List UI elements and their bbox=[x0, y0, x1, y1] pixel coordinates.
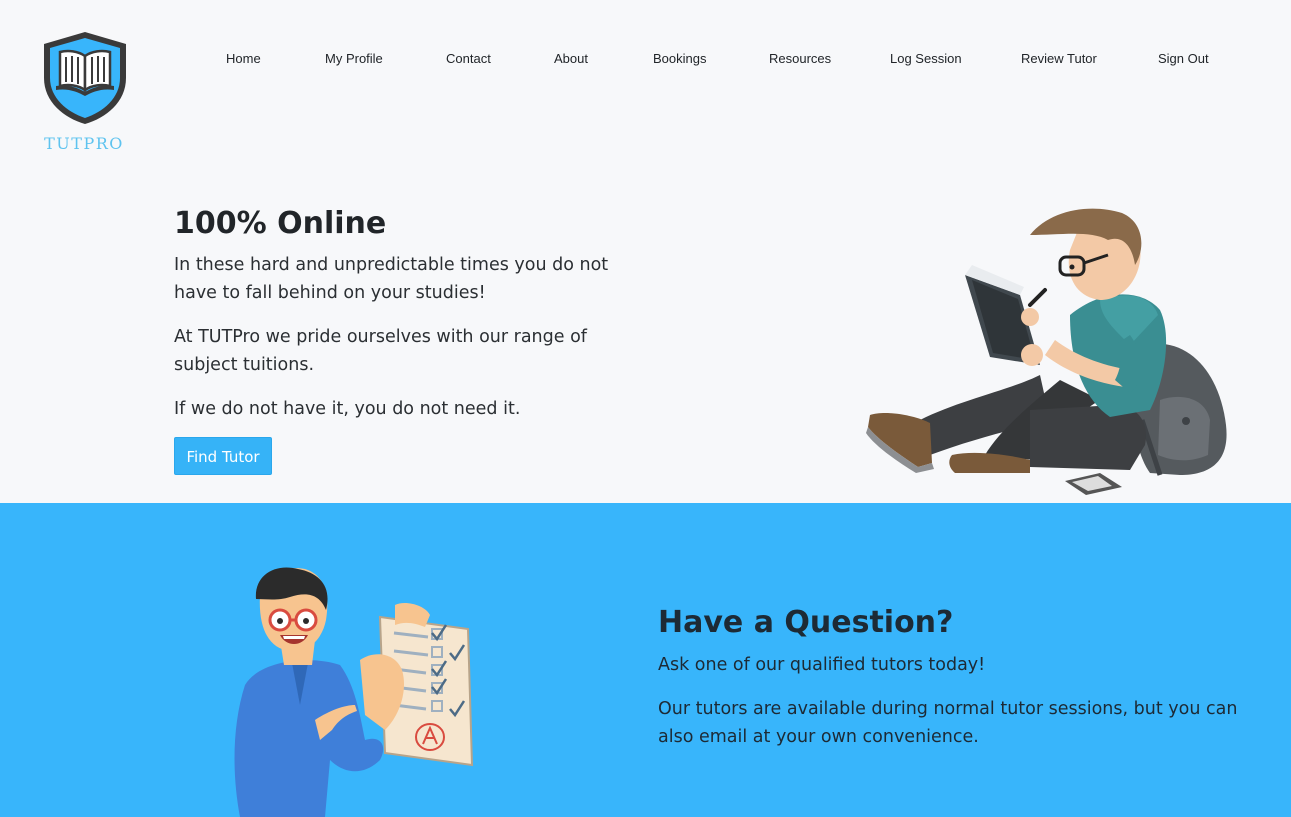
main-nav: Home My Profile Contact About Bookings R… bbox=[0, 50, 1291, 70]
nav-sign-out[interactable]: Sign Out bbox=[1158, 50, 1209, 68]
shield-book-icon bbox=[44, 32, 126, 124]
hero-paragraph-3: If we do not have it, you do not need it… bbox=[174, 399, 521, 419]
student-reading-icon bbox=[866, 208, 1227, 495]
nav-log-session[interactable]: Log Session bbox=[890, 50, 962, 68]
nav-home[interactable]: Home bbox=[226, 50, 261, 68]
nav-my-profile[interactable]: My Profile bbox=[325, 50, 383, 68]
hero-title: 100% Online bbox=[174, 206, 387, 241]
nav-bookings[interactable]: Bookings bbox=[653, 50, 706, 68]
nav-review-tutor[interactable]: Review Tutor bbox=[1021, 50, 1097, 68]
nav-about[interactable]: About bbox=[554, 50, 588, 68]
question-paragraph-1: Ask one of our qualified tutors today! bbox=[658, 655, 986, 675]
brand-name: TUTPRO bbox=[44, 134, 124, 153]
find-tutor-button[interactable]: Find Tutor bbox=[174, 437, 272, 475]
tutor-checklist-icon bbox=[234, 567, 474, 817]
logo[interactable]: TUTPRO bbox=[40, 30, 128, 154]
question-title: Have a Question? bbox=[658, 605, 954, 640]
nav-resources[interactable]: Resources bbox=[769, 50, 831, 68]
site-header: TUTPRO Home My Profile Contact About Boo… bbox=[0, 0, 1291, 170]
question-paragraph-2: Our tutors are available during normal t… bbox=[658, 699, 1238, 747]
hero-paragraph-1: In these hard and unpredictable times yo… bbox=[174, 255, 609, 303]
nav-contact[interactable]: Contact bbox=[446, 50, 491, 68]
hero-paragraph-2: At TUTPro we pride ourselves with our ra… bbox=[174, 327, 587, 375]
